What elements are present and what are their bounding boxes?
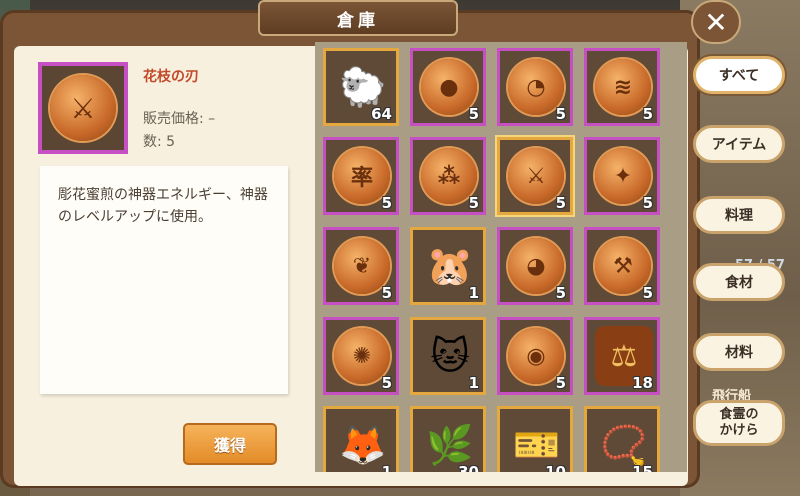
inventory-slot[interactable]: 🐱 1 <box>410 317 486 395</box>
inventory-slot[interactable]: 🐹 1 <box>410 227 486 305</box>
inventory-slot[interactable]: ✦ 5 <box>584 137 660 215</box>
description-box: 彫花蜜煎の神器エネルギー、神器のレベルアップに使用。 <box>40 166 288 394</box>
tab-1[interactable]: すべて <box>693 56 785 94</box>
tab-label: 材料 <box>725 345 753 361</box>
item-quantity: 18 <box>632 374 653 392</box>
item-count: 数: 5 <box>143 134 176 150</box>
inventory-slot[interactable]: ⚒ 5 <box>584 227 660 305</box>
item-quantity: 5 <box>555 374 566 392</box>
detail-item-icon-box: ⚔ <box>38 62 128 154</box>
inventory-slot[interactable]: 🌿 30 <box>410 406 486 472</box>
item-quantity: 5 <box>642 105 653 123</box>
tab-label: すべて <box>718 68 760 84</box>
item-quantity: 5 <box>381 284 392 302</box>
inventory-slot[interactable]: 🐑 64 <box>323 48 399 126</box>
tab-3[interactable]: 料理 <box>693 196 785 234</box>
item-quantity: 5 <box>555 105 566 123</box>
inventory-slot[interactable]: 📿 15 <box>584 406 660 472</box>
inventory-slot[interactable]: 🎫 10 <box>497 406 573 472</box>
item-quantity: 1 <box>468 284 479 302</box>
inventory-slot[interactable]: ≋ 5 <box>584 48 660 126</box>
inventory-slot[interactable]: ◔ 5 <box>497 48 573 126</box>
item-quantity: 5 <box>555 284 566 302</box>
tab-label: 食霊の かけら <box>719 407 759 438</box>
item-quantity: 5 <box>381 194 392 212</box>
item-quantity: 5 <box>555 194 566 212</box>
inventory-slot[interactable]: 率5 <box>323 137 399 215</box>
inventory-slot[interactable]: ⚔ 5 <box>497 137 573 215</box>
tab-label: 料理 <box>725 208 753 224</box>
inventory-slot[interactable]: ◉ 5 <box>497 317 573 395</box>
close-button[interactable]: ✕ <box>691 0 741 44</box>
item-quantity: 1 <box>468 374 479 392</box>
inventory-slot[interactable]: ⁂ 5 <box>410 137 486 215</box>
item-quantity: 5 <box>468 194 479 212</box>
item-quantity: 64 <box>371 105 392 123</box>
blade-coin-icon: ⚔ <box>50 75 116 141</box>
tab-5[interactable]: 材料 <box>693 333 785 371</box>
inventory-slot[interactable]: ● 5 <box>410 48 486 126</box>
item-name: 花枝の刃 <box>143 69 199 85</box>
tab-6[interactable]: 食霊の かけら <box>693 400 785 446</box>
item-quantity: 5 <box>642 194 653 212</box>
item-quantity: 10 <box>545 463 566 472</box>
inventory-slot[interactable]: ✺ 5 <box>323 317 399 395</box>
item-description: 彫花蜜煎の神器エネルギー、神器のレベルアップに使用。 <box>58 187 268 225</box>
item-quantity: 15 <box>632 463 653 472</box>
inventory-slot[interactable]: 🦊 1 <box>323 406 399 472</box>
tab-label: アイテム <box>711 137 767 153</box>
item-quantity: 5 <box>468 105 479 123</box>
close-icon: ✕ <box>704 5 728 39</box>
obtain-button[interactable]: 獲得 <box>183 423 277 465</box>
tab-2[interactable]: アイテム <box>693 125 785 163</box>
item-quantity: 5 <box>642 284 653 302</box>
tab-label: 食材 <box>725 275 753 291</box>
item-quantity: 5 <box>381 374 392 392</box>
item-price: 販売価格: – <box>143 111 216 127</box>
tab-4[interactable]: 食材 <box>693 263 785 301</box>
item-quantity: 30 <box>458 463 479 472</box>
inventory-slot[interactable]: ⚖ 18 <box>584 317 660 395</box>
inventory-grid: 🐑 64 ● 5 ◔ 5 ≋ 5 率 5 ⁂ 5 ⚔ 5 ✦ 5 ❦ 5 🐹 1 ◕ 5 ⚒ 5 ✺ 5 🐱 1 ◉ 5 ⚖ 18 🦊 1 🌿 30 🎫… <box>315 42 687 472</box>
inventory-slot[interactable]: ◕ 5 <box>497 227 573 305</box>
item-quantity: 1 <box>381 463 392 472</box>
inventory-slot[interactable]: ❦ 5 <box>323 227 399 305</box>
window-title: 倉庫 <box>258 0 458 36</box>
